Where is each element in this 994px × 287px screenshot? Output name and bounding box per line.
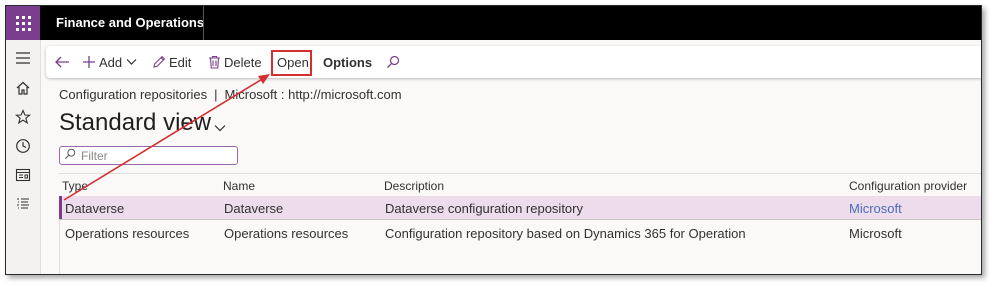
- column-header-configuration-provider[interactable]: Configuration provider: [849, 179, 967, 193]
- chevron-down-icon: [214, 111, 226, 139]
- title-divider: [203, 6, 204, 40]
- filter-input[interactable]: [79, 147, 233, 164]
- table-row[interactable]: Dataverse Dataverse Dataverse configurat…: [59, 196, 981, 220]
- navigation-rail: [6, 40, 41, 274]
- cell-description: Configuration repository based on Dynami…: [385, 226, 746, 241]
- cell-provider: Microsoft: [849, 226, 902, 241]
- options-label: Options: [323, 54, 373, 70]
- app-launcher-button[interactable]: [6, 6, 40, 40]
- add-label: Add: [99, 54, 123, 70]
- top-bar: Finance and Operations: [6, 6, 981, 40]
- pencil-icon: [152, 55, 166, 69]
- breadcrumb-page: Configuration repositories: [59, 87, 208, 102]
- cell-type: Operations resources: [65, 226, 190, 241]
- column-header-type[interactable]: Type: [62, 179, 88, 193]
- add-button[interactable]: Add: [82, 46, 140, 78]
- home-icon[interactable]: [12, 77, 34, 99]
- filter-box[interactable]: [59, 146, 238, 165]
- table-row[interactable]: Operations resources Operations resource…: [59, 221, 981, 245]
- cell-provider-link[interactable]: Microsoft: [849, 201, 902, 216]
- breadcrumb: Configuration repositories | Microsoft : h…: [59, 87, 402, 102]
- edit-button[interactable]: Edit: [152, 46, 191, 78]
- trash-icon: [208, 55, 221, 69]
- page-title: Standard view: [59, 109, 212, 136]
- search-icon: [387, 55, 400, 68]
- open-label: Open: [277, 54, 309, 70]
- breadcrumb-separator: |: [214, 87, 218, 102]
- app-title[interactable]: Finance and Operations: [56, 15, 204, 30]
- action-pane: Add Edit Delete Open Options: [46, 46, 981, 78]
- back-button[interactable]: [54, 46, 70, 78]
- breadcrumb-context: Microsoft : http://microsoft.com: [224, 87, 402, 102]
- options-button[interactable]: Options: [323, 46, 372, 78]
- open-button[interactable]: Open: [277, 46, 309, 78]
- edit-label: Edit: [169, 54, 192, 70]
- recent-icon[interactable]: [12, 135, 34, 157]
- cell-name: Operations resources: [224, 226, 349, 241]
- cell-name: Dataverse: [224, 201, 284, 216]
- chevron-down-icon: [126, 58, 137, 66]
- favorites-icon[interactable]: [12, 106, 34, 128]
- view-selector[interactable]: Standard view: [59, 107, 226, 139]
- back-arrow-icon: [55, 56, 69, 68]
- cell-description: Dataverse configuration repository: [385, 201, 583, 216]
- column-header-description[interactable]: Description: [384, 179, 444, 193]
- app-window: Finance and Operations Add Edit Delete O…: [5, 5, 982, 275]
- delete-label: Delete: [224, 54, 262, 70]
- plus-icon: [82, 55, 96, 69]
- waffle-icon: [15, 15, 31, 31]
- search-icon: [64, 147, 76, 165]
- grid-top-border: [59, 173, 981, 174]
- menu-icon[interactable]: [12, 47, 34, 69]
- cell-type: Dataverse: [65, 201, 125, 216]
- column-header-name[interactable]: Name: [223, 179, 255, 193]
- modules-icon[interactable]: [12, 193, 34, 215]
- search-button[interactable]: [386, 46, 400, 78]
- workspaces-icon[interactable]: [12, 164, 34, 186]
- delete-button[interactable]: Delete: [208, 46, 262, 78]
